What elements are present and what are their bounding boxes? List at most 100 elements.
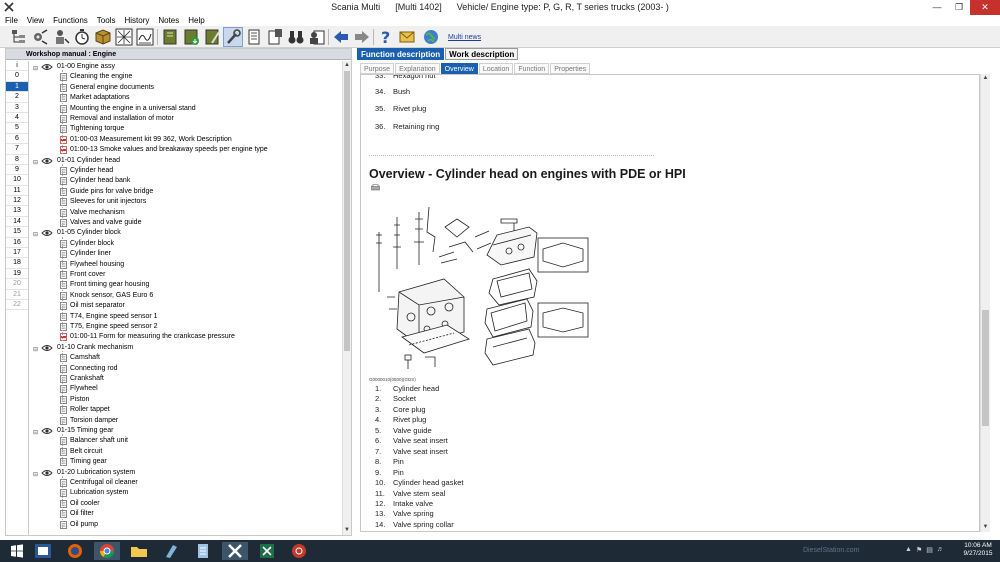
document-icon[interactable]: [190, 542, 216, 560]
network-icon[interactable]: ▤: [926, 546, 933, 554]
multi-news-link[interactable]: Multi news: [448, 34, 481, 41]
tree-scrollbar[interactable]: ▲ ▼: [342, 61, 351, 535]
chapter-tab-13[interactable]: 13: [6, 206, 28, 217]
chapter-tab-18[interactable]: 18: [6, 258, 28, 269]
volume-icon[interactable]: ♬: [937, 546, 944, 554]
tab-purpose[interactable]: Purpose: [360, 63, 395, 74]
chapter-tab-11[interactable]: 11: [6, 186, 28, 197]
chapter-tab-19[interactable]: 19: [6, 269, 28, 280]
chapter-tab-9[interactable]: 9: [6, 165, 28, 176]
flag-icon[interactable]: ⚑: [916, 546, 922, 554]
chapter-tab-8[interactable]: 8: [6, 155, 28, 165]
clock[interactable]: 10:06 AM 9/27/2015: [960, 542, 996, 558]
tab-location[interactable]: Location: [478, 63, 514, 74]
person-tools-icon[interactable]: [52, 28, 70, 46]
chapter-tab-16[interactable]: 16: [6, 238, 28, 249]
wiring-diagram-icon[interactable]: [115, 28, 133, 46]
menu-file[interactable]: File: [5, 15, 18, 26]
chapter-tab-4[interactable]: 4: [6, 113, 28, 124]
clock-date: 9/27/2015: [963, 550, 993, 557]
part-name: Retaining ring: [393, 122, 440, 131]
package-icon[interactable]: [94, 28, 112, 46]
tab-work-description[interactable]: Work description: [445, 48, 519, 60]
menu-view[interactable]: View: [27, 15, 44, 26]
menu-functions[interactable]: Functions: [53, 15, 88, 26]
tab-explanation[interactable]: Explanation: [395, 63, 440, 74]
menu-help[interactable]: Help: [188, 15, 204, 26]
firefox-icon[interactable]: [62, 542, 88, 560]
part-name: Pin: [393, 457, 404, 467]
tab-function[interactable]: Function: [514, 63, 550, 74]
scroll-thumb[interactable]: [982, 310, 989, 426]
tree-item-label: Flywheel housing: [70, 260, 125, 268]
chapter-tab-3[interactable]: 3: [6, 103, 28, 113]
back-arrow-icon[interactable]: [332, 28, 350, 46]
part-number: 14.: [375, 519, 386, 529]
chapter-tab-15[interactable]: 15: [6, 227, 28, 238]
collapse-icon[interactable]: ⊟: [33, 345, 38, 355]
notepad-icon[interactable]: [158, 542, 184, 560]
circuit-diagram-icon[interactable]: [136, 28, 154, 46]
collapse-icon[interactable]: ⊟: [33, 470, 38, 480]
chapter-tab-6[interactable]: 6: [6, 134, 28, 145]
close-icon[interactable]: ✕: [970, 0, 1000, 15]
windows-start-icon[interactable]: [4, 542, 30, 560]
product-tree-icon[interactable]: [10, 28, 28, 46]
excel-icon[interactable]: [254, 542, 280, 560]
collapse-icon[interactable]: ⊟: [33, 428, 38, 438]
scania-multi-taskbar-icon[interactable]: [222, 542, 248, 560]
print-icon[interactable]: [371, 184, 380, 191]
file-explorer-icon[interactable]: [126, 542, 152, 560]
scroll-down-icon[interactable]: ▼: [343, 526, 351, 535]
chapter-tab-22[interactable]: 22: [6, 300, 28, 311]
timer-icon[interactable]: [73, 28, 91, 46]
wrench-icon[interactable]: [223, 27, 243, 47]
scroll-up-icon[interactable]: ▲: [343, 61, 351, 70]
mail-icon[interactable]: [398, 28, 416, 46]
app-badge-icon[interactable]: [286, 542, 312, 560]
collapse-icon[interactable]: ⊟: [33, 158, 38, 168]
tray-expand-icon[interactable]: ▲: [905, 546, 912, 554]
tab-properties[interactable]: Properties: [550, 63, 591, 74]
person-document-icon[interactable]: [308, 28, 326, 46]
chapter-tab-5[interactable]: 5: [6, 123, 28, 134]
chapter-tab-10[interactable]: 10: [6, 175, 28, 186]
chapter-tab-0[interactable]: 0: [6, 71, 28, 82]
office-app-icon[interactable]: [30, 542, 56, 560]
globe-icon[interactable]: [422, 28, 440, 46]
chapter-tab-14[interactable]: 14: [6, 217, 28, 228]
book-edit-icon[interactable]: [203, 28, 221, 46]
chapter-tab-2[interactable]: 2: [6, 92, 28, 103]
chapter-tab-20[interactable]: 20: [6, 279, 28, 290]
document-list-icon[interactable]: [245, 28, 263, 46]
collapse-icon[interactable]: ⊟: [33, 230, 38, 240]
document-scrollbar[interactable]: ▲ ▼: [980, 74, 990, 532]
help-icon[interactable]: ?: [377, 28, 395, 47]
chapter-tab-12[interactable]: 12: [6, 196, 28, 207]
chapter-tab-17[interactable]: 17: [6, 248, 28, 259]
menu-history[interactable]: History: [124, 15, 149, 26]
chapter-tab-i[interactable]: i: [6, 61, 28, 72]
chapter-tab-7[interactable]: 7: [6, 144, 28, 155]
menu-notes[interactable]: Notes: [158, 15, 179, 26]
scroll-down-icon[interactable]: ▼: [981, 523, 990, 532]
bulletin-icon[interactable]: [266, 28, 284, 46]
tools-settings-icon[interactable]: [31, 28, 49, 46]
scroll-up-icon[interactable]: ▲: [981, 74, 990, 83]
workshop-manual-icon[interactable]: [161, 28, 179, 46]
book-download-icon[interactable]: [182, 28, 200, 46]
collapse-icon[interactable]: ⊟: [33, 64, 38, 74]
chapter-tab-1[interactable]: 1: [6, 81, 28, 93]
binoculars-icon[interactable]: [287, 28, 305, 46]
chapter-tab-21[interactable]: 21: [6, 290, 28, 300]
tree-group-label: 01-15 Timing gear: [57, 427, 114, 434]
menu-tools[interactable]: Tools: [97, 15, 116, 26]
part-number: 34.: [375, 87, 386, 96]
chrome-icon[interactable]: [94, 542, 120, 560]
tab-function-description[interactable]: Function description: [357, 48, 445, 60]
forward-arrow-icon[interactable]: [353, 28, 371, 46]
maximize-icon[interactable]: ❐: [948, 0, 970, 15]
scroll-thumb[interactable]: [344, 71, 350, 351]
minimize-icon[interactable]: —: [926, 0, 948, 15]
tab-overview[interactable]: Overview: [440, 63, 478, 74]
